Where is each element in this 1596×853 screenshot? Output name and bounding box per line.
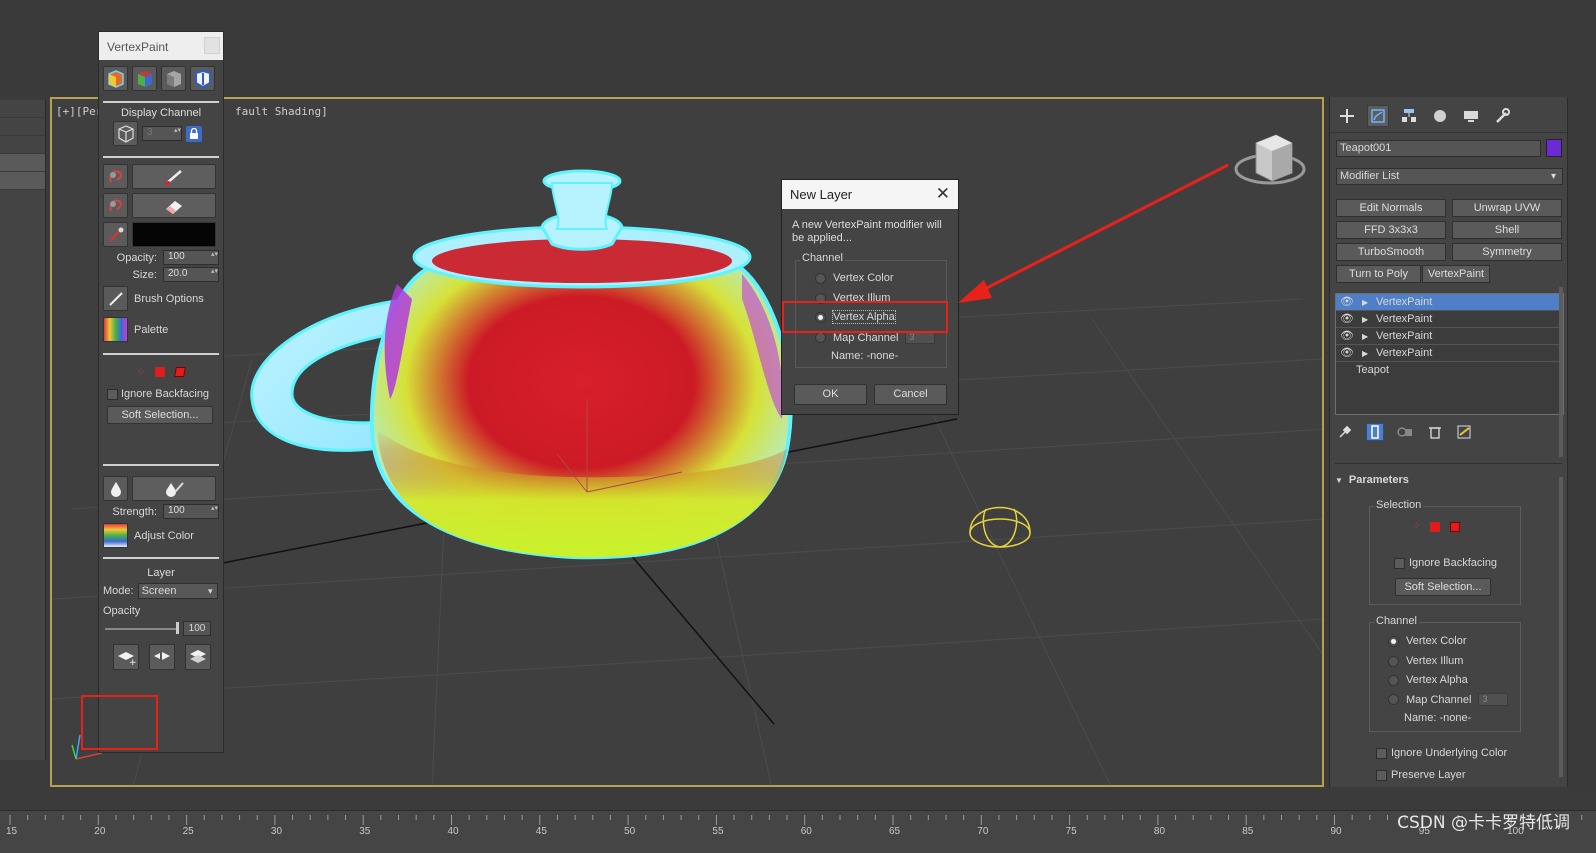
- annotation-arrow: [958, 163, 1229, 303]
- watermark: CSDN @卡卡罗特低调: [1397, 813, 1570, 833]
